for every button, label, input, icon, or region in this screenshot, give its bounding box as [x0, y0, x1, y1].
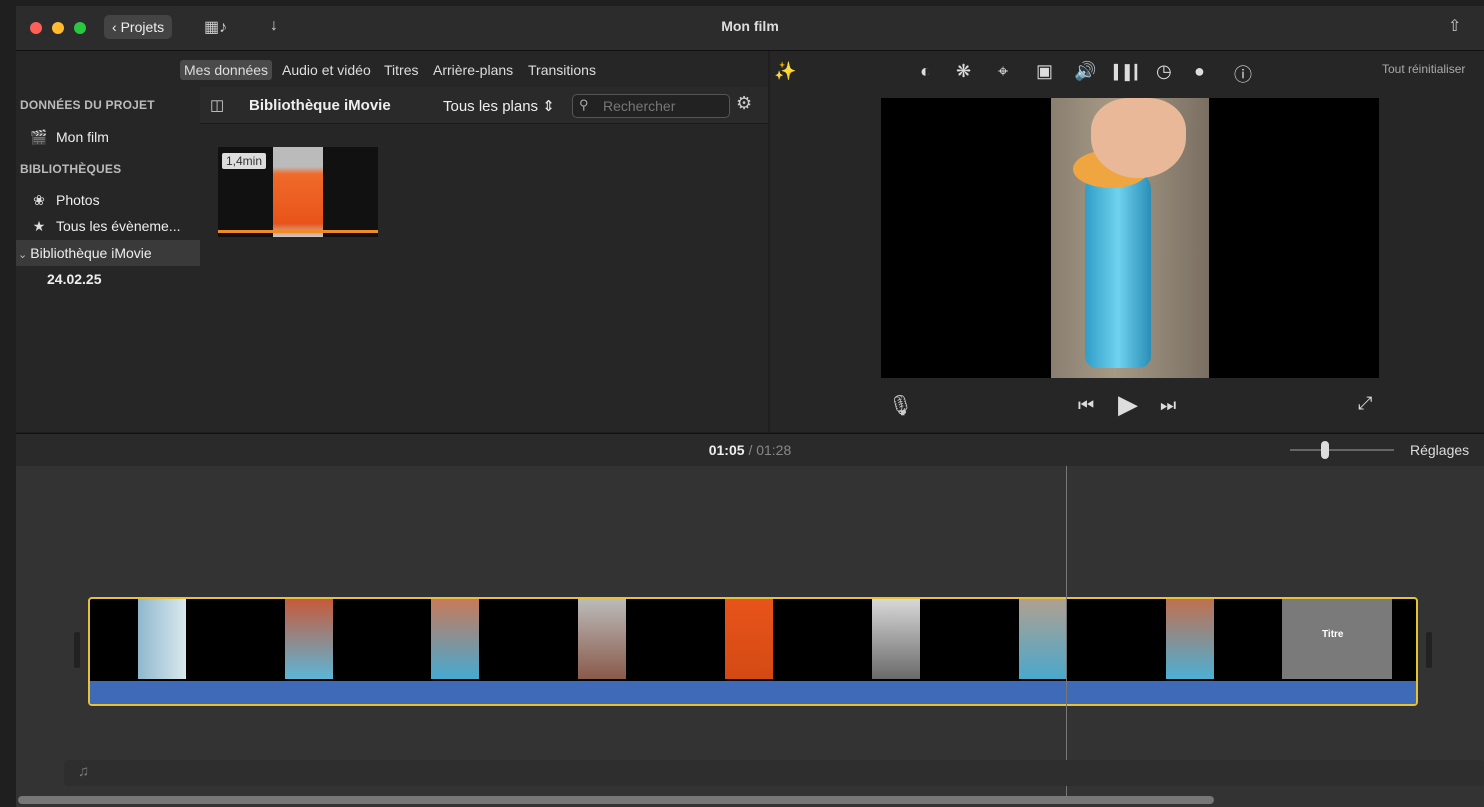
- window-titlebar: ‹ Projets ▦♪ ↓ Mon film ⇧: [16, 6, 1484, 51]
- section-header-libraries: BIBLIOTHÈQUES: [20, 162, 122, 176]
- equalizer-icon[interactable]: ▍▌▎: [1114, 64, 1145, 81]
- clip-thumbnail: [138, 599, 186, 679]
- right-trim-handle[interactable]: [1426, 632, 1432, 668]
- media-browser: ◫ Bibliothèque iMovie Tous les plans ⇕ ⚲…: [200, 87, 768, 432]
- chevron-down-icon: ⌄: [18, 249, 31, 261]
- speed-icon[interactable]: ◷: [1156, 61, 1172, 82]
- clip-thumbnail: [285, 599, 333, 679]
- tab-transitions[interactable]: Transitions: [524, 60, 600, 80]
- volume-icon[interactable]: 🔊: [1074, 61, 1096, 82]
- microphone-icon[interactable]: 🎙: [888, 393, 913, 418]
- search-placeholder: Rechercher: [603, 98, 676, 114]
- clip-thumbnail: [1019, 599, 1067, 679]
- search-icon: ⚲: [579, 97, 589, 112]
- search-input[interactable]: ⚲ Rechercher: [572, 94, 730, 118]
- music-note-icon: ♫: [78, 763, 90, 780]
- timeline-area[interactable]: Titre ♫: [16, 466, 1484, 807]
- photos-icon: ❀: [33, 192, 45, 208]
- time-separator: /: [748, 442, 753, 458]
- title-clip-text: Titre: [1322, 629, 1344, 640]
- video-preview[interactable]: [881, 98, 1379, 378]
- total-time: 01:28: [756, 442, 792, 458]
- title-clip-thumbnail: Titre: [1282, 599, 1392, 679]
- clip-thumbnail: [431, 599, 479, 679]
- clip-duration-badge: 1,4min: [222, 153, 267, 169]
- filter-icon[interactable]: ●: [1194, 61, 1205, 82]
- content-tabs: Mes données Audio et vidéo Titres Arrièr…: [16, 51, 768, 87]
- timecode: 01:05 / 01:28: [16, 442, 1484, 458]
- tab-mes-donnees[interactable]: Mes données: [180, 60, 273, 80]
- clip-thumbnail: [578, 599, 626, 679]
- sidebar-toggle-icon[interactable]: ◫: [210, 96, 224, 114]
- info-icon[interactable]: ⓘ: [1234, 61, 1252, 87]
- timeline-clip[interactable]: Titre: [88, 597, 1418, 706]
- clip-thumbnail: [872, 599, 920, 679]
- crop-icon[interactable]: ⌖: [998, 61, 1008, 82]
- clip-thumbnail: [725, 599, 773, 679]
- hand-image: [1091, 98, 1186, 178]
- skip-forward-icon[interactable]: ⏭: [1160, 395, 1176, 416]
- preview-frame: [1051, 98, 1209, 378]
- gear-icon[interactable]: ⚙: [736, 93, 752, 114]
- current-time: 01:05: [708, 442, 745, 458]
- clip-thumbnail: [1166, 599, 1214, 679]
- library-sidebar: DONNÉES DU PROJET 🎬 Mon film BIBLIOTHÈQUE…: [16, 87, 200, 432]
- window-title: Mon film: [721, 18, 779, 34]
- left-trim-handle[interactable]: [74, 632, 80, 668]
- palette-icon[interactable]: ❋: [956, 61, 971, 82]
- horizontal-scrollbar[interactable]: [18, 796, 1214, 804]
- audio-waveform: [90, 681, 1416, 704]
- skip-back-icon[interactable]: ⏮: [1078, 395, 1094, 416]
- playhead[interactable]: [1066, 466, 1067, 796]
- viewer-panel: ✨ ◐ ❋ ⌖ ▣ 🔊 ▍▌▎ ◷ ● ⓘ Tout réinitialiser…: [770, 51, 1484, 432]
- sidebar-item-event-date[interactable]: 24.02.25: [47, 271, 102, 287]
- color-balance-icon[interactable]: ◐: [920, 61, 931, 82]
- clip-filter-select[interactable]: Tous les plans ⇕: [443, 97, 555, 115]
- magic-wand-icon[interactable]: ✨: [774, 61, 796, 82]
- settings-button[interactable]: Réglages: [1410, 442, 1469, 458]
- timeline-header: 01:05 / 01:28 Réglages: [16, 433, 1484, 466]
- sidebar-item-photos[interactable]: ❀ Photos: [30, 192, 99, 209]
- browser-toolbar: ◫ Bibliothèque iMovie Tous les plans ⇕ ⚲…: [200, 87, 768, 124]
- section-header-project: DONNÉES DU PROJET: [20, 98, 155, 112]
- zoom-slider-track[interactable]: [1290, 449, 1394, 451]
- up-down-chevron-icon: ⇕: [542, 98, 555, 115]
- sidebar-item-mon-film[interactable]: 🎬 Mon film: [30, 129, 109, 146]
- tab-arriere-plans[interactable]: Arrière-plans: [429, 60, 517, 80]
- reset-all-button[interactable]: Tout réinitialiser: [1382, 62, 1465, 76]
- zoom-slider-thumb[interactable]: [1321, 441, 1329, 459]
- tab-titres[interactable]: Titres: [380, 60, 422, 80]
- share-icon[interactable]: ⇧: [1448, 16, 1461, 36]
- fullscreen-icon[interactable]: ⤢: [1358, 393, 1372, 414]
- library-title: Bibliothèque iMovie: [249, 97, 391, 114]
- water-bottle-image: [1085, 168, 1151, 368]
- star-icon: ★: [32, 218, 46, 234]
- play-icon[interactable]: ▶: [1118, 389, 1138, 420]
- stabilization-icon[interactable]: ▣: [1036, 61, 1053, 82]
- library-clip-thumbnail[interactable]: 1,4min: [218, 147, 378, 237]
- tab-audio-video[interactable]: Audio et vidéo: [278, 60, 375, 80]
- music-track[interactable]: ♫: [64, 760, 1484, 786]
- sidebar-item-all-events[interactable]: ★ Tous les évèneme...: [30, 218, 181, 235]
- clip-used-range-bar: [218, 230, 378, 233]
- sidebar-item-bibliotheque-imovie[interactable]: ⌄ Bibliothèque iMovie: [18, 245, 152, 261]
- clip-frame: [273, 147, 323, 237]
- clapperboard-icon: 🎬: [30, 129, 48, 145]
